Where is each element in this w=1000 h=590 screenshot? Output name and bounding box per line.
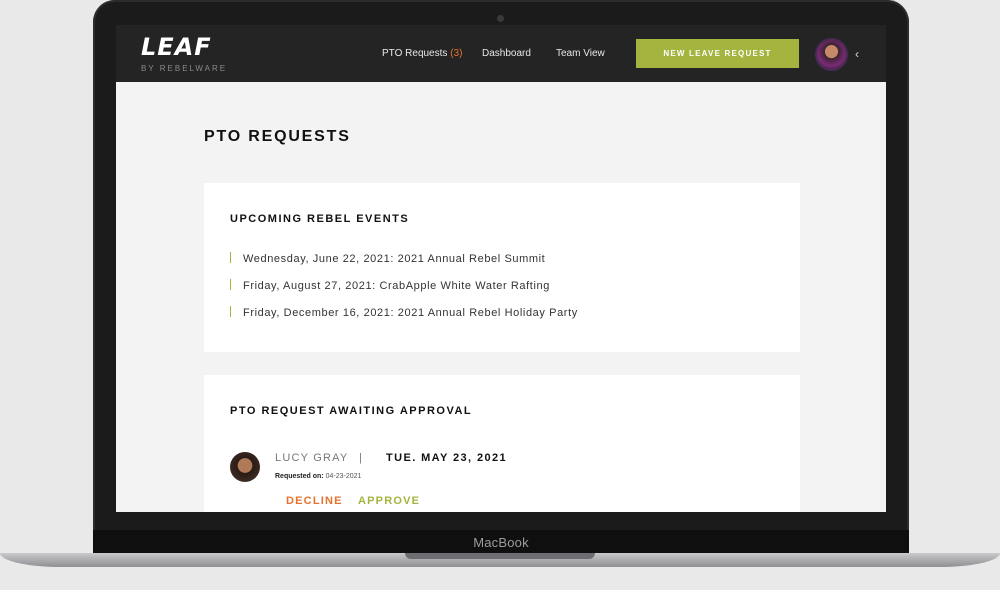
events-card: UPCOMING REBEL EVENTS Wednesday, June 22… bbox=[204, 183, 800, 352]
event-item: Friday, August 27, 2021: CrabApple White… bbox=[230, 279, 550, 292]
logo-mark: LEAF bbox=[141, 33, 212, 61]
event-bullet bbox=[230, 279, 231, 290]
approval-card: PTO REQUEST AWAITING APPROVAL LUCY GRAY … bbox=[204, 375, 800, 512]
requested-on-value: 04-23-2021 bbox=[325, 473, 362, 480]
app-screen: LEAF BY REBELWARE PTO Requests (3) Dashb… bbox=[116, 25, 886, 512]
approval-card-title: PTO REQUEST AWAITING APPROVAL bbox=[230, 405, 473, 417]
pto-requests-count-badge: (3) bbox=[450, 48, 463, 59]
request-date: TUE. MAY 23, 2021 bbox=[386, 452, 508, 464]
events-card-title: UPCOMING REBEL EVENTS bbox=[230, 213, 410, 225]
nav-team-view[interactable]: Team View bbox=[556, 48, 605, 59]
name-date-divider: | bbox=[359, 452, 362, 464]
new-leave-request-button[interactable]: NEW LEAVE REQUEST bbox=[636, 39, 799, 68]
requested-on-label: Requested on: bbox=[275, 473, 324, 480]
approve-button[interactable]: APPROVE bbox=[358, 495, 420, 507]
event-bullet bbox=[230, 306, 231, 317]
event-item: Wednesday, June 22, 2021: 2021 Annual Re… bbox=[230, 252, 545, 265]
laptop-notch bbox=[405, 553, 595, 559]
page-title: PTO REQUESTS bbox=[204, 128, 351, 145]
event-item: Friday, December 16, 2021: 2021 Annual R… bbox=[230, 306, 578, 319]
event-text: Friday, August 27, 2021: CrabApple White… bbox=[243, 280, 550, 292]
requester-avatar bbox=[230, 452, 260, 482]
logo-subtitle: BY REBELWARE bbox=[141, 64, 228, 73]
app-logo[interactable]: LEAF BY REBELWARE bbox=[141, 34, 227, 73]
device-brand: MacBook bbox=[473, 535, 529, 550]
chevron-left-icon[interactable]: ‹ bbox=[855, 47, 859, 61]
user-avatar[interactable] bbox=[817, 40, 846, 69]
event-text: Wednesday, June 22, 2021: 2021 Annual Re… bbox=[243, 253, 546, 265]
requested-on: Requested on: 04-23-2021 bbox=[275, 473, 361, 480]
decline-button[interactable]: DECLINE bbox=[286, 495, 343, 507]
app-header: LEAF BY REBELWARE PTO Requests (3) Dashb… bbox=[116, 25, 886, 82]
event-bullet bbox=[230, 252, 231, 263]
requester-name: LUCY GRAY bbox=[275, 452, 349, 464]
nav-dashboard[interactable]: Dashboard bbox=[482, 48, 531, 59]
camera-icon bbox=[497, 15, 504, 22]
event-text: Friday, December 16, 2021: 2021 Annual R… bbox=[243, 307, 578, 319]
nav-pto-requests-label: PTO Requests bbox=[382, 48, 448, 59]
nav-pto-requests[interactable]: PTO Requests (3) bbox=[382, 48, 462, 59]
